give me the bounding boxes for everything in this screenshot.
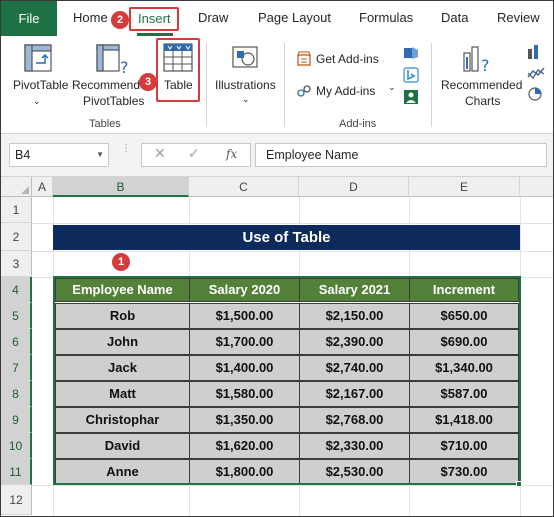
people-graph-icon[interactable]	[403, 89, 419, 105]
illustrations-label: Illustrations	[215, 78, 276, 92]
tab-home[interactable]: Home	[73, 10, 108, 25]
column-header-f[interactable]	[520, 177, 553, 197]
tab-page-layout[interactable]: Page Layout	[258, 10, 331, 25]
ribbon-insert-panel: PivotTable ⌄ ? Recommended PivotTables T…	[1, 37, 553, 134]
sheet-title[interactable]: Use of Table	[53, 225, 520, 250]
callout-badge-3: 3	[139, 73, 157, 91]
group-label-addins: Add-ins	[339, 118, 377, 130]
group-label-tables: Tables	[89, 118, 121, 130]
tab-draw[interactable]: Draw	[198, 10, 228, 25]
column-chart-icon[interactable]	[527, 43, 549, 59]
row-header-12[interactable]: 12	[1, 485, 32, 515]
select-all-button[interactable]	[1, 177, 32, 197]
name-box-dropdown-icon: ▼	[96, 150, 104, 159]
formula-buttons: ✕ ✓ fx	[141, 143, 251, 167]
illustrations-icon	[232, 46, 258, 68]
tab-file[interactable]: File	[1, 1, 57, 36]
ribbon-separator	[284, 43, 285, 127]
selection-border	[53, 276, 521, 485]
row-header-7[interactable]: 7	[1, 355, 32, 381]
recommended-pivottables-label-2: PivotTables	[83, 94, 145, 108]
addins-icon	[297, 85, 311, 97]
callout-badge-2: 2	[111, 11, 129, 29]
column-header-b[interactable]: B	[53, 177, 189, 197]
pivottable-button[interactable]: PivotTable ⌄	[9, 39, 69, 109]
name-box[interactable]: B4 ▼	[9, 143, 109, 167]
store-icon	[297, 51, 311, 66]
row-header-11[interactable]: 11	[1, 459, 32, 485]
row-header-10[interactable]: 10	[1, 433, 32, 459]
recommended-charts-label-1: Recommended	[441, 78, 523, 92]
ribbon-separator	[206, 43, 207, 127]
visio-icon[interactable]	[403, 45, 419, 61]
svg-text:?: ?	[120, 58, 129, 75]
callout-badge-1: 1	[112, 253, 130, 271]
enter-icon[interactable]: ✓	[188, 145, 200, 162]
ribbon-tab-bar: File Home Insert Draw Page Layout Formul…	[1, 1, 553, 37]
line-chart-icon[interactable]	[527, 65, 549, 81]
recommended-pivottables-button[interactable]: ? Recommended PivotTables	[71, 39, 153, 109]
illustrations-button[interactable]: Illustrations ⌄	[211, 39, 281, 109]
recommended-charts-label-2: Charts	[465, 94, 501, 108]
pie-chart-icon[interactable]	[527, 86, 549, 102]
pivottable-dropdown-icon: ⌄	[33, 96, 41, 106]
recommended-charts-button[interactable]: ? Recommended Charts	[435, 39, 523, 109]
svg-text:?: ?	[481, 56, 490, 75]
pivottable-icon	[24, 44, 52, 72]
row-header-3[interactable]: 3	[1, 251, 32, 277]
active-tab-underline	[137, 33, 173, 36]
row-header-6[interactable]: 6	[1, 329, 32, 355]
ribbon-separator	[431, 43, 432, 127]
fill-handle[interactable]	[516, 481, 522, 487]
pivottable-label: PivotTable	[13, 78, 69, 92]
tab-data[interactable]: Data	[441, 10, 468, 25]
name-box-value: B4	[15, 148, 31, 162]
row-header-9[interactable]: 9	[1, 407, 32, 433]
tab-insert[interactable]: Insert	[129, 7, 179, 31]
my-addins-label: My Add-ins	[316, 84, 376, 98]
formula-input[interactable]: Employee Name	[255, 143, 547, 167]
cancel-icon[interactable]: ✕	[154, 145, 166, 162]
column-header-c[interactable]: C	[189, 177, 299, 197]
get-addins-label: Get Add-ins	[316, 52, 379, 66]
my-addins-dropdown-icon: ⌄	[388, 82, 396, 92]
row-header-1[interactable]: 1	[1, 197, 32, 223]
insert-function-button[interactable]: fx	[226, 147, 237, 161]
formula-bar-splitter[interactable]: ⋮	[121, 144, 131, 154]
my-addins-button[interactable]: My Add-ins ⌄	[296, 81, 398, 101]
tab-formulas[interactable]: Formulas	[359, 10, 413, 25]
gridline	[32, 485, 553, 486]
recommended-charts-icon: ?	[463, 46, 490, 75]
bing-icon[interactable]	[403, 67, 419, 83]
recommended-pivottables-icon: ?	[96, 44, 129, 75]
row-header-4[interactable]: 4	[1, 277, 32, 303]
column-header-d[interactable]: D	[299, 177, 409, 197]
row-header-8[interactable]: 8	[1, 381, 32, 407]
excel-window: File Home Insert Draw Page Layout Formul…	[0, 0, 554, 517]
illustrations-dropdown-icon: ⌄	[242, 94, 250, 104]
row-header-5[interactable]: 5	[1, 303, 32, 329]
get-addins-button[interactable]: Get Add-ins	[296, 50, 396, 70]
tab-insert-label: Insert	[138, 11, 171, 26]
row-header-2[interactable]: 2	[1, 223, 32, 251]
gridline	[32, 251, 553, 252]
column-header-e[interactable]: E	[409, 177, 520, 197]
column-header-a[interactable]: A	[32, 177, 53, 197]
gridline	[32, 223, 553, 224]
tab-review[interactable]: Review	[497, 10, 540, 25]
worksheet-grid: A B C D E 1 2 3 4 5 6 7 8 9 10 11 12 Use…	[1, 177, 553, 516]
formula-bar: B4 ▼ ⋮ ✕ ✓ fx Employee Name	[1, 134, 553, 177]
table-button-highlight	[156, 38, 200, 102]
